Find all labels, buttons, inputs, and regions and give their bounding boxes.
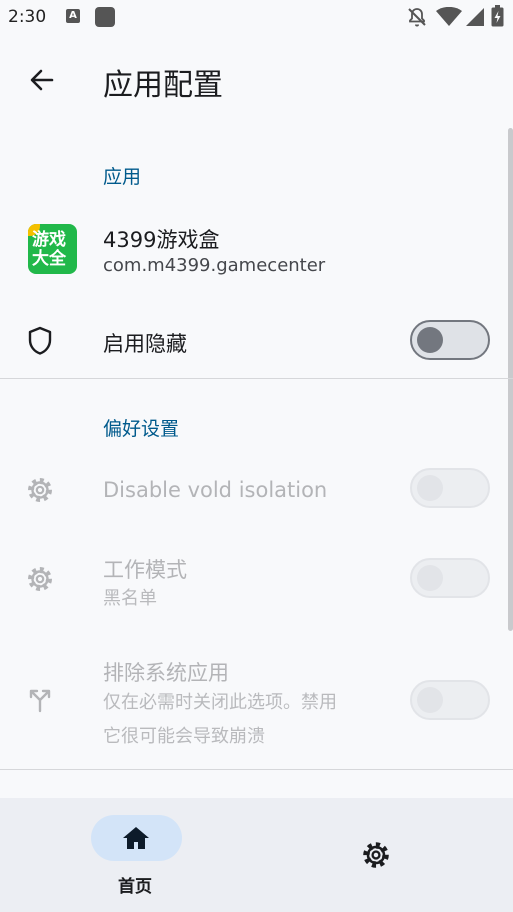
scrollbar[interactable] xyxy=(508,128,513,631)
notification-a-icon: A xyxy=(66,9,80,23)
notification-app-icon xyxy=(95,7,115,27)
exclude-system-desc-1: 仅在必需时关闭此选项。禁用 xyxy=(103,692,337,713)
work-mode-label: 工作模式 xyxy=(103,558,187,582)
fork-arrows-icon xyxy=(29,689,51,713)
exclude-system-desc-2: 它很可能会导致崩溃 xyxy=(103,726,265,747)
toggle-knob xyxy=(417,327,443,353)
vold-label: Disable vold isolation xyxy=(103,478,328,502)
toggle-knob xyxy=(417,687,443,713)
section-heading-preferences: 偏好设置 xyxy=(103,418,180,440)
exclude-system-label: 排除系统应用 xyxy=(103,661,229,685)
app-package: com.m4399.gamecenter xyxy=(103,255,326,276)
cell-signal-icon xyxy=(466,8,484,26)
nav-home-label: 首页 xyxy=(118,877,152,897)
status-bar: 2:30 A xyxy=(0,0,513,34)
divider xyxy=(0,769,513,770)
app-icon-text-1: 游戏 xyxy=(32,230,66,250)
hide-toggle[interactable] xyxy=(410,320,490,360)
wifi-icon xyxy=(436,7,462,26)
app-icon: 游戏 大全 xyxy=(28,224,77,274)
vold-toggle[interactable] xyxy=(410,468,490,508)
hide-label: 启用隐藏 xyxy=(103,332,187,356)
toggle-knob xyxy=(417,475,443,501)
work-mode-toggle[interactable] xyxy=(410,558,490,598)
status-time: 2:30 xyxy=(8,7,47,27)
back-arrow-icon[interactable] xyxy=(26,64,58,96)
battery-icon xyxy=(491,5,504,27)
gear-icon xyxy=(28,567,52,591)
section-heading-app: 应用 xyxy=(103,166,142,188)
app-name: 4399游戏盒 xyxy=(103,228,220,252)
divider xyxy=(0,378,513,379)
notifications-off-icon xyxy=(408,8,426,27)
work-mode-value: 黑名单 xyxy=(103,588,157,609)
shield-icon xyxy=(28,326,52,355)
exclude-system-toggle[interactable] xyxy=(410,680,490,720)
settings-gear-icon[interactable] xyxy=(360,839,392,871)
bottom-navigation xyxy=(0,798,513,912)
toggle-knob xyxy=(417,565,443,591)
page-title: 应用配置 xyxy=(103,68,223,103)
gear-icon xyxy=(28,478,52,502)
home-icon xyxy=(123,827,149,849)
app-icon-text-2: 大全 xyxy=(32,249,66,269)
